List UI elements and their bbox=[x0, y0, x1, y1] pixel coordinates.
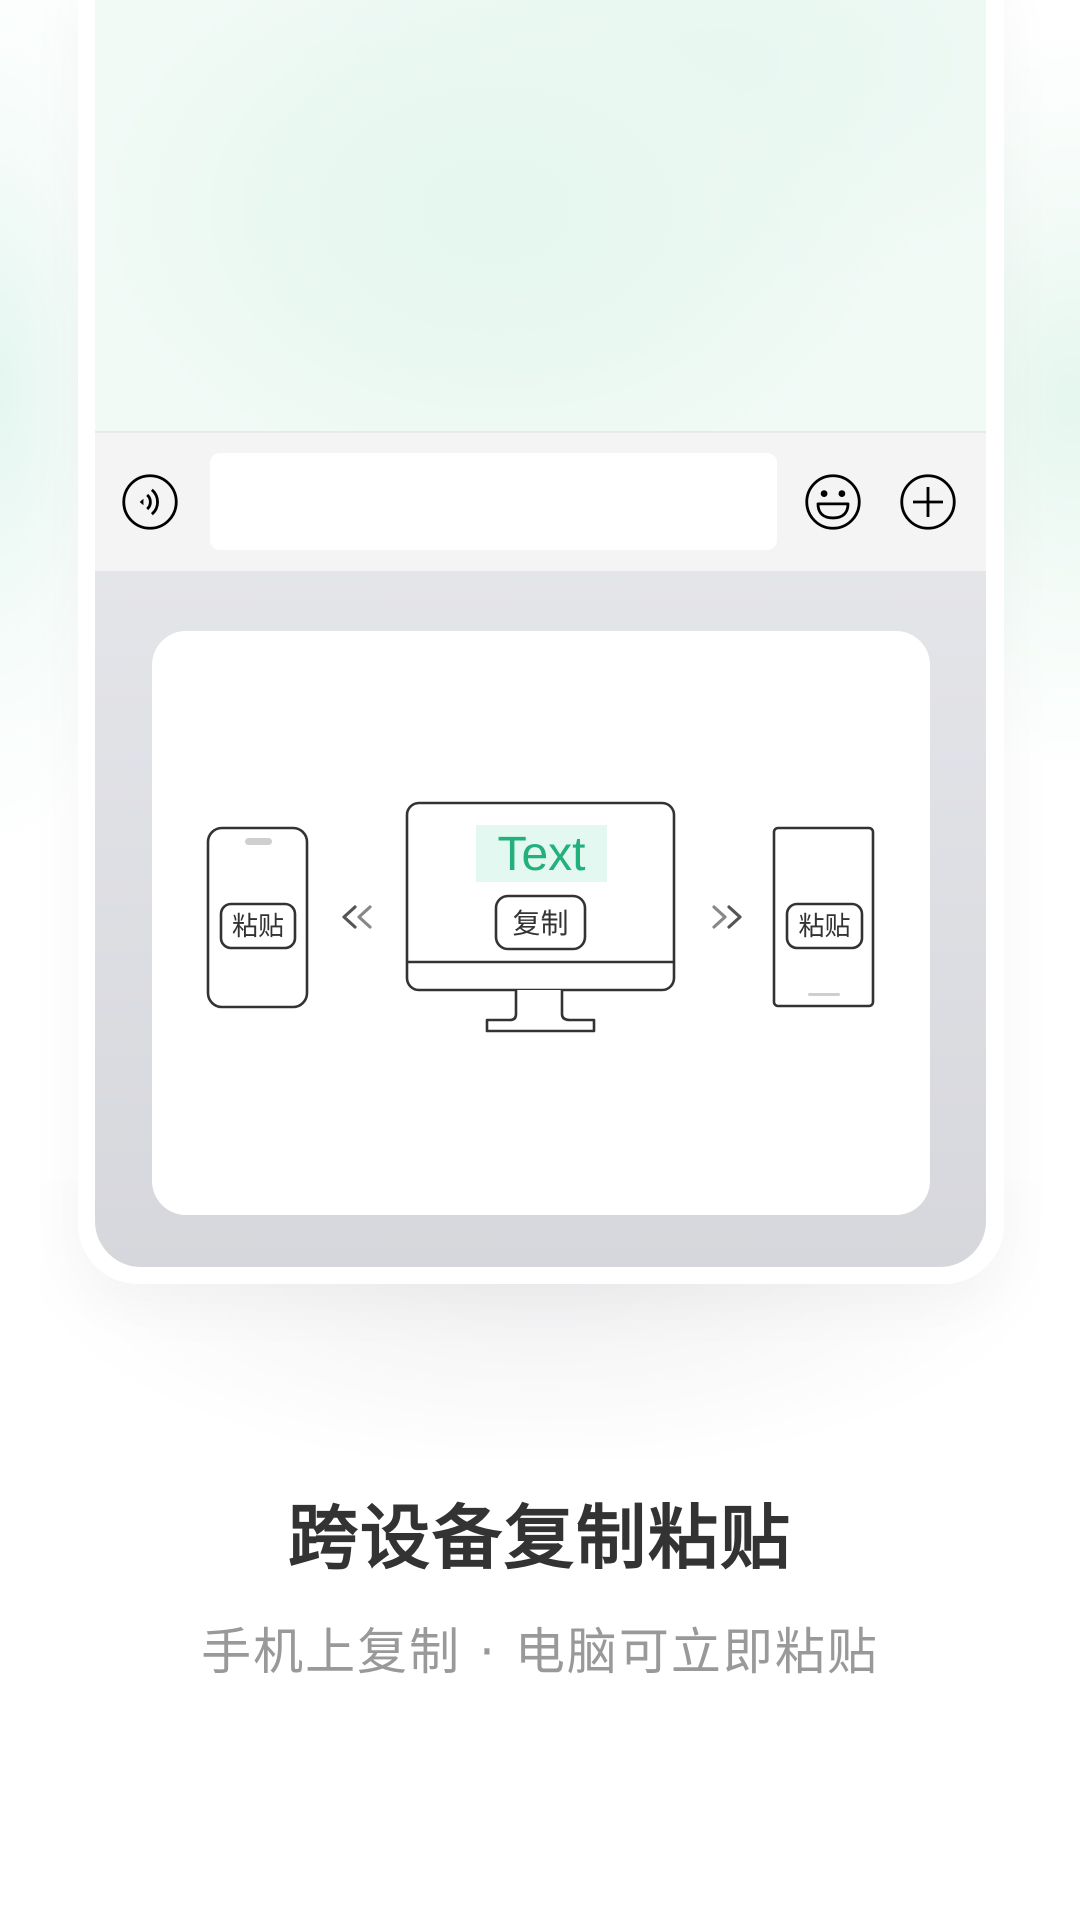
voice-input-button[interactable] bbox=[120, 472, 180, 532]
emoji-icon bbox=[805, 474, 861, 530]
phone-screen: 粘贴 Text 复制 粘贴 bbox=[95, 0, 986, 1267]
chat-message-area bbox=[95, 0, 986, 433]
right-phone: 粘贴 bbox=[772, 826, 875, 1008]
monitor-text-label: Text bbox=[497, 828, 585, 881]
right-paste-label: 粘贴 bbox=[798, 912, 850, 942]
left-paste-label: 粘贴 bbox=[232, 912, 284, 942]
plus-icon bbox=[900, 474, 956, 530]
feature-card: 粘贴 Text 复制 粘贴 bbox=[152, 631, 930, 1215]
chat-input-bar bbox=[95, 433, 986, 571]
feature-subtitle: 手机上复制 · 电脑可立即粘贴 bbox=[201, 1623, 879, 1681]
left-arrow-icon bbox=[342, 905, 372, 929]
message-input[interactable] bbox=[210, 453, 777, 550]
voice-icon bbox=[122, 474, 178, 530]
home-indicator bbox=[808, 993, 840, 996]
feature-title: 跨设备复制粘贴 bbox=[288, 1497, 792, 1579]
right-arrow-icon bbox=[712, 905, 742, 929]
more-actions-button[interactable] bbox=[898, 472, 958, 532]
desktop-monitor: Text 复制 bbox=[405, 801, 676, 1033]
left-phone: 粘贴 bbox=[206, 826, 309, 1009]
feature-panel: 粘贴 Text 复制 粘贴 bbox=[95, 571, 986, 1267]
copy-button-label: 复制 bbox=[512, 907, 568, 940]
monitor-stand bbox=[485, 990, 596, 1033]
phone-notch bbox=[245, 838, 272, 845]
emoji-button[interactable] bbox=[803, 472, 863, 532]
phone-mockup: 粘贴 Text 复制 粘贴 bbox=[78, 0, 1004, 1284]
cross-device-illustration: 粘贴 Text 复制 粘贴 bbox=[206, 801, 875, 1033]
